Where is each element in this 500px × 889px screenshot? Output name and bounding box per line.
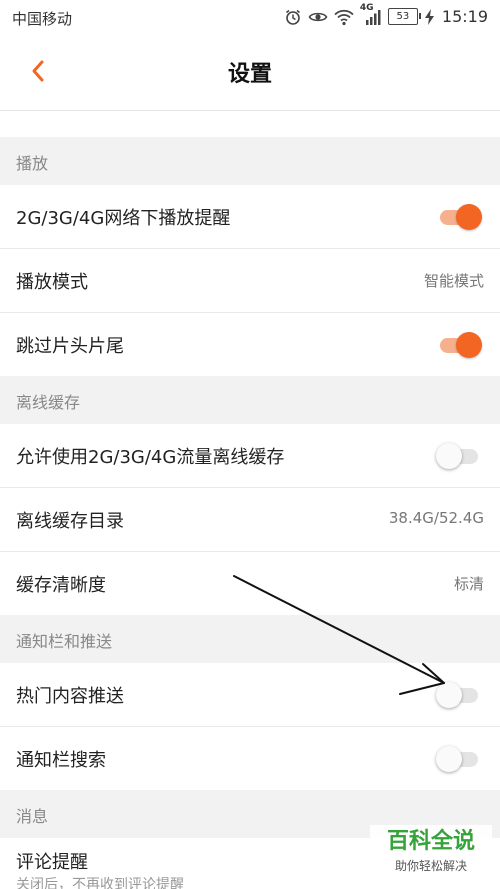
cache-quality-value: 标清 <box>453 575 484 593</box>
allow-mobile-cache-toggle[interactable] <box>436 443 482 469</box>
watermark-subtitle: 助你轻松解决 <box>394 859 467 873</box>
notify-search-toggle[interactable] <box>436 746 482 772</box>
row-label: 跳过片头片尾 <box>16 336 124 357</box>
cache-directory-value: 38.4G/52.4G <box>388 509 484 527</box>
clock: 15:19 <box>441 7 488 26</box>
watermark-logo: 百科全说 助你轻松解决 <box>370 825 492 881</box>
wifi-icon <box>334 8 354 26</box>
status-icons: 4G 53 15:19 <box>284 3 488 26</box>
row-sublabel: 关闭后，不再收到评论提醒 <box>16 877 184 889</box>
row-label: 允许使用2G/3G/4G流量离线缓存 <box>16 447 285 468</box>
carrier-name: 中国移动 <box>12 10 73 28</box>
battery-level: 53 <box>396 11 410 22</box>
row-allow-mobile-cache[interactable]: 允许使用2G/3G/4G流量离线缓存 <box>0 424 500 488</box>
play-mode-value: 智能模式 <box>423 272 484 290</box>
settings-list[interactable]: 播放 2G/3G/4G网络下播放提醒 播放模式 智能模式 跳过片头片尾 离线缓存… <box>0 111 500 889</box>
row-label: 缓存清晰度 <box>16 575 106 596</box>
hot-push-toggle[interactable] <box>436 682 482 708</box>
row-label: 播放模式 <box>16 272 88 293</box>
row-label: 2G/3G/4G网络下播放提醒 <box>16 208 231 229</box>
section-header-notify: 通知栏和推送 <box>0 615 500 663</box>
row-notify-search[interactable]: 通知栏搜索 <box>0 727 500 790</box>
mobile-play-alert-toggle[interactable] <box>436 204 482 230</box>
row-label: 离线缓存目录 <box>16 511 124 532</box>
row-cache-quality[interactable]: 缓存清晰度 标清 <box>0 552 500 615</box>
battery-icon: 53 <box>387 8 421 25</box>
alarm-icon <box>284 8 302 26</box>
section-header-offline: 离线缓存 <box>0 376 500 424</box>
title-bar: 设置 <box>0 34 500 111</box>
skip-intro-toggle[interactable] <box>436 332 482 358</box>
watermark-title: 百科全说 <box>386 829 475 854</box>
charging-icon <box>424 8 436 26</box>
row-play-mode[interactable]: 播放模式 智能模式 <box>0 249 500 313</box>
signal-icon: 4G <box>360 3 382 26</box>
status-bar: 中国移动 4G 53 15:19 <box>0 0 500 34</box>
section-header-play: 播放 <box>0 137 500 185</box>
row-mobile-play-alert[interactable]: 2G/3G/4G网络下播放提醒 <box>0 185 500 249</box>
partially-visible-row[interactable] <box>0 111 500 137</box>
page-title: 设置 <box>227 62 272 87</box>
row-cache-directory[interactable]: 离线缓存目录 38.4G/52.4G <box>0 488 500 552</box>
row-skip-intro[interactable]: 跳过片头片尾 <box>0 313 500 376</box>
eye-icon <box>308 8 328 26</box>
row-label: 评论提醒 <box>16 852 88 873</box>
row-label: 通知栏搜索 <box>16 750 106 771</box>
network-type: 4G <box>359 2 374 13</box>
row-label: 热门内容推送 <box>16 686 124 707</box>
row-hot-push[interactable]: 热门内容推送 <box>0 663 500 727</box>
